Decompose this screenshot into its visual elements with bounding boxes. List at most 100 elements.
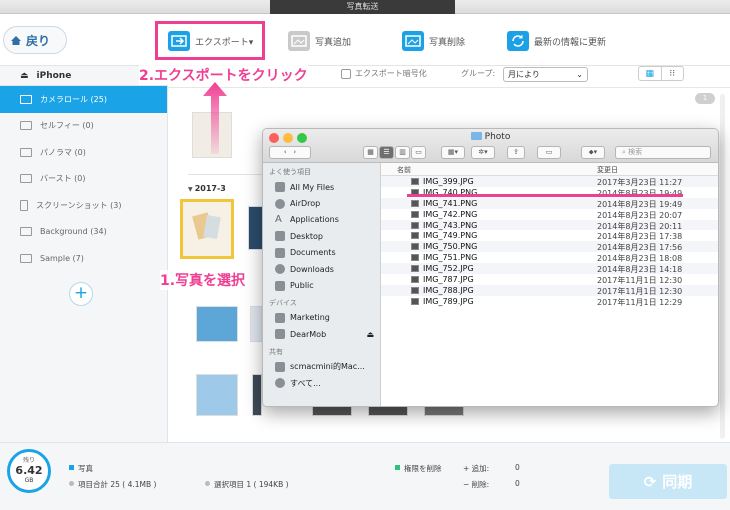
action-gear-icon[interactable]: ✲▾: [471, 146, 495, 159]
image-file-icon: [411, 286, 419, 294]
column-date-header[interactable]: 変更日: [597, 165, 618, 175]
refresh-button[interactable]: 最新の情報に更新: [507, 28, 606, 54]
eject-icon[interactable]: ⏏: [366, 330, 374, 339]
tablet-image-icon: [192, 212, 221, 240]
file-name: IMG_789.JPG: [423, 296, 474, 306]
refresh-icon: [507, 31, 529, 51]
finder-item-airdrop[interactable]: AirDrop: [263, 195, 380, 211]
selected-photo-thumbnail[interactable]: [180, 199, 234, 259]
downloads-icon: [275, 264, 285, 275]
sync-button[interactable]: ⟳ 同期: [609, 464, 727, 499]
file-row[interactable]: IMG_751.PNG 2014年8月23日 18:08: [381, 252, 718, 263]
group-select[interactable]: 月により ⌄: [503, 67, 588, 82]
total-items: 項目合計 25 ( 4.1MB ): [69, 479, 156, 490]
back-button[interactable]: 戻り: [3, 26, 67, 54]
view-coverflow-mode[interactable]: ▭: [411, 146, 426, 159]
file-row[interactable]: IMG_787.JPG 2017年11月1日 12:30: [381, 274, 718, 285]
disk-icon: [275, 312, 285, 323]
finder-item-desktop[interactable]: Desktop: [263, 228, 380, 244]
nav-back-forward[interactable]: ‹ ›: [269, 146, 311, 159]
vertical-scrollbar[interactable]: [720, 94, 725, 439]
file-row[interactable]: IMG_749.PNG 2014年8月23日 17:38: [381, 230, 718, 241]
file-row[interactable]: IMG_789.JPG 2017年11月1日 12:29: [381, 296, 718, 307]
file-date: 2017年11月1日 12:29: [597, 297, 683, 307]
sidebar-item-camera-roll[interactable]: カメラロール (25): [0, 86, 167, 113]
file-row[interactable]: IMG_399.JPG 2017年3月23日 11:27: [381, 176, 718, 187]
finder-item-public[interactable]: Public: [263, 277, 380, 293]
search-input[interactable]: ⌕ 検索: [615, 146, 711, 159]
finder-item-all-my-files[interactable]: All My Files: [263, 179, 380, 195]
photo-thumbnail[interactable]: [250, 306, 262, 342]
share-icon[interactable]: ⇪: [507, 146, 525, 159]
finder-item-applications[interactable]: A Applications: [263, 212, 380, 228]
view-icon-mode[interactable]: ▦: [363, 146, 378, 159]
add-photo-button[interactable]: 写真追加: [288, 28, 351, 54]
file-row[interactable]: IMG_750.PNG 2014年8月23日 17:56: [381, 241, 718, 252]
finder-title: Photo: [263, 132, 718, 142]
add-photo-icon: [288, 31, 310, 51]
view-column-mode[interactable]: ▥: [395, 146, 410, 159]
sidebar-item-burst[interactable]: バースト (0): [0, 166, 167, 193]
sidebar-item-background[interactable]: Background (34): [0, 219, 167, 246]
grid-small-icon[interactable]: ⁝⁝: [660, 67, 684, 80]
devices-header: デバイス: [269, 298, 297, 307]
file-name: IMG_787.JPG: [423, 275, 474, 285]
selfie-icon: [20, 121, 32, 131]
file-row[interactable]: IMG_742.PNG 2014年8月23日 20:07: [381, 209, 718, 220]
file-row[interactable]: IMG_788.JPG 2017年11月1日 12:30: [381, 284, 718, 296]
storage-gauge-caption: 残り: [22, 457, 35, 464]
finder-item-label: Public: [290, 281, 314, 291]
finder-file-list: 名前 変更日 IMG_399.JPG 2017年3月23日 11:27 IMG_74…: [381, 163, 718, 406]
photo-thumbnail[interactable]: [196, 374, 238, 416]
dropbox-icon[interactable]: ⬥▾: [581, 146, 605, 159]
photo-thumbnail[interactable]: [312, 406, 352, 416]
folder-icon: [470, 132, 482, 140]
view-list-mode[interactable]: ☰: [379, 146, 394, 159]
add-album-button[interactable]: +: [69, 282, 93, 306]
finder-item-label: DearMob: [290, 329, 327, 339]
refresh-label: 最新の情報に更新: [534, 37, 607, 48]
finder-item-marketing[interactable]: Marketing: [263, 310, 380, 326]
finder-item-downloads[interactable]: Downloads: [263, 261, 380, 277]
finder-item-label: All My Files: [290, 182, 335, 192]
delete-photo-label: 写真削除: [429, 37, 466, 48]
file-row[interactable]: IMG_743.PNG 2014年8月23日 20:11: [381, 219, 718, 231]
file-name: IMG_749.PNG: [423, 231, 478, 241]
file-name: IMG_751.PNG: [423, 253, 478, 263]
tag-icon[interactable]: ▭: [537, 146, 561, 159]
finder-item-mac[interactable]: scmacmini的Mac...: [263, 359, 380, 375]
export-highlight-box: [155, 21, 265, 60]
finder-item-all[interactable]: すべて...: [263, 375, 380, 391]
applications-icon: A: [275, 213, 282, 225]
sidebar-item-selfie[interactable]: セルフィー (0): [0, 113, 167, 140]
sidebar-item-label: バースト (0): [40, 174, 86, 184]
up-arrow-icon: [203, 82, 227, 154]
grid-large-icon[interactable]: ▦: [639, 67, 661, 80]
sidebar-item-screenshot[interactable]: スクリーンショット (3): [0, 192, 167, 219]
panorama-icon: [20, 147, 32, 157]
airdrop-icon: [275, 198, 285, 209]
arrange-button[interactable]: ▦▾: [441, 146, 465, 159]
sidebar-item-sample[interactable]: Sample (7): [0, 245, 167, 272]
delete-photo-button[interactable]: 写真削除: [402, 28, 465, 54]
screenshot-icon: [20, 199, 28, 211]
add-count-label: + 追加:: [463, 464, 490, 473]
finder-item-dearmob[interactable]: DearMob ⏏: [263, 326, 380, 342]
finder-item-documents[interactable]: Documents: [263, 245, 380, 261]
export-encrypt-checkbox[interactable]: [341, 69, 351, 79]
photo-thumbnail[interactable]: [424, 406, 464, 416]
file-row[interactable]: IMG_741.PNG 2014年8月23日 19:49: [381, 197, 718, 209]
photo-thumbnail[interactable]: [368, 406, 408, 416]
column-name-header[interactable]: 名前: [397, 165, 411, 175]
finder-titlebar: Photo ‹ › ▦ ☰ ▥ ▭ ▦▾ ✲▾ ⇪ ▭ ⬥▾ ⌕ 検索: [263, 129, 718, 163]
finder-item-label: Applications: [290, 215, 339, 225]
photo-thumbnail[interactable]: [252, 374, 262, 416]
sidebar-item-panorama[interactable]: パノラマ (0): [0, 139, 167, 166]
pending-delete: 権限を削除: [395, 463, 442, 474]
image-file-icon: [411, 210, 419, 218]
photo-thumbnail[interactable]: [196, 306, 238, 342]
file-row[interactable]: IMG_752.JPG 2014年8月23日 14:18: [381, 263, 718, 274]
selected-file-underline: [407, 194, 683, 197]
status-bar: 残り 6.42 GB 写真 項目合計 25 ( 4.1MB ) 選択項目 1 (…: [0, 442, 730, 510]
camera-icon: [20, 94, 32, 104]
